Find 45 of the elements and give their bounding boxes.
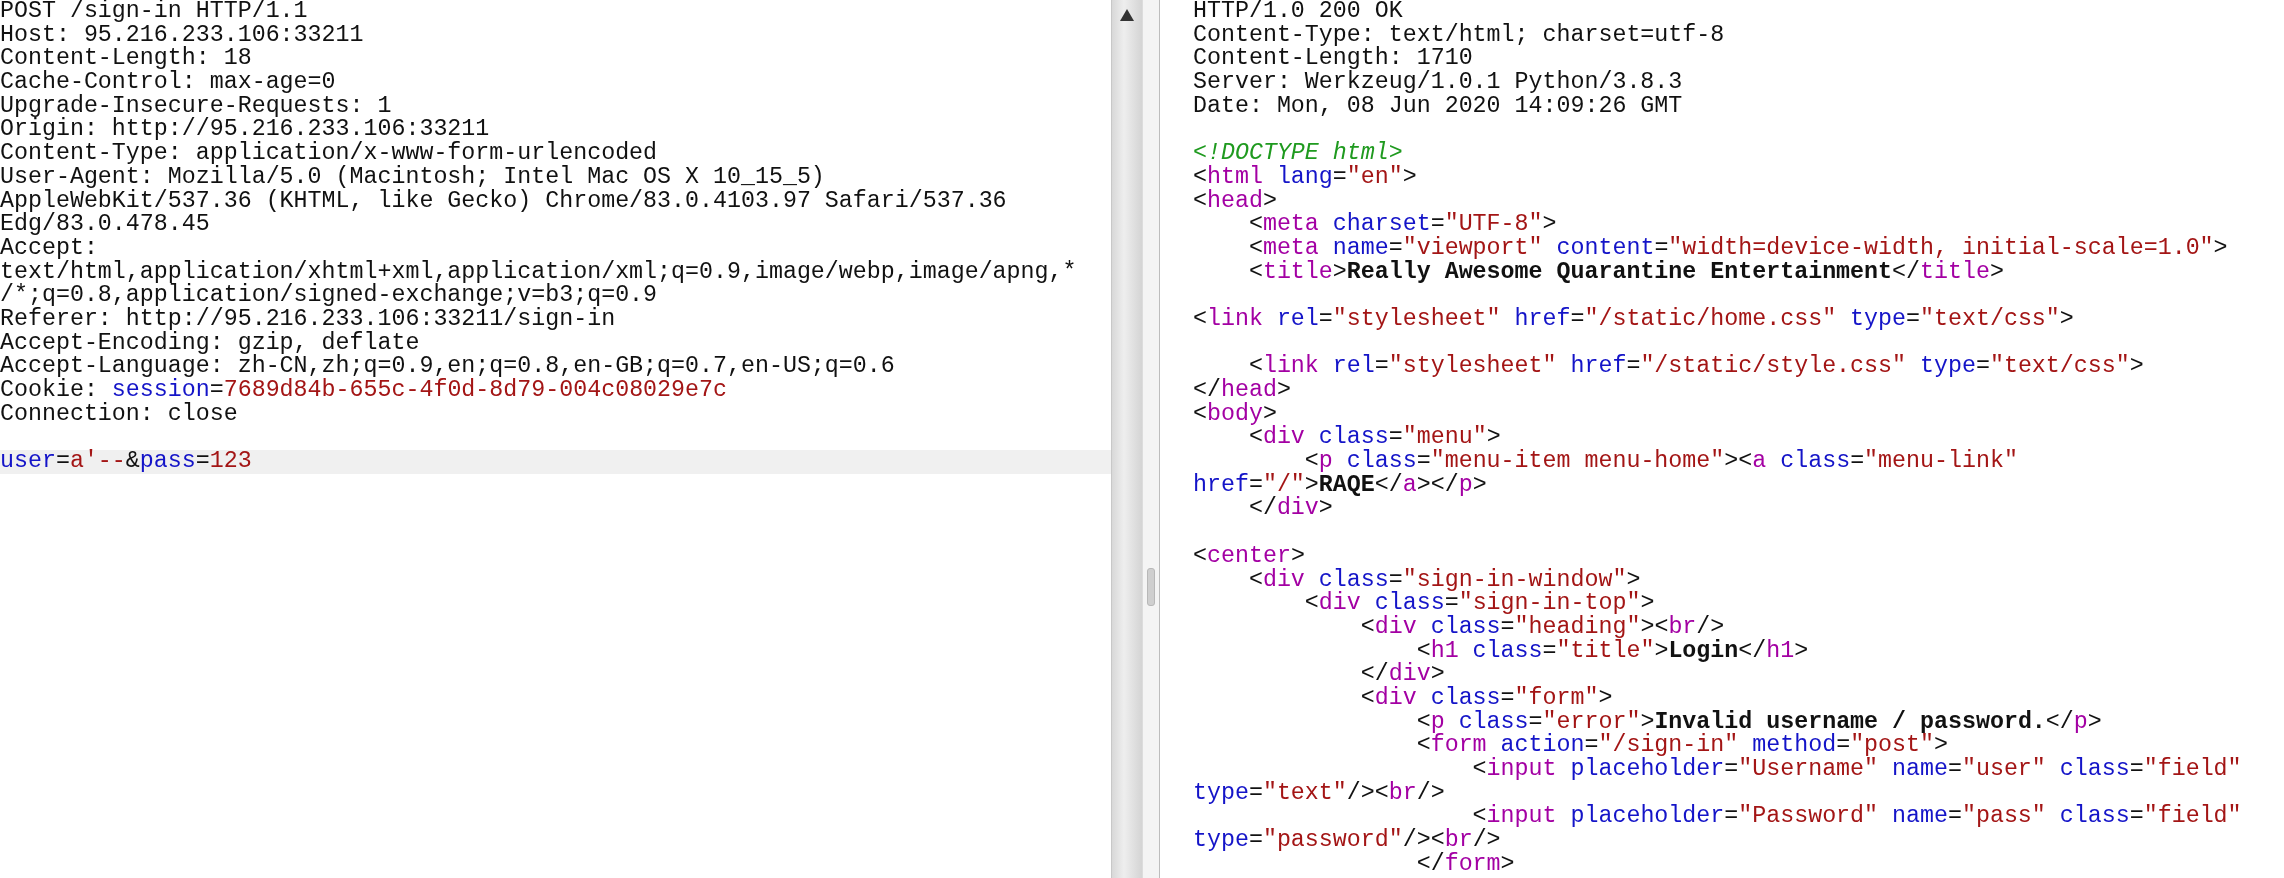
code-line: Edg/83.0.478.45	[0, 213, 210, 237]
code-line: <html lang="en">	[1193, 165, 1418, 190]
code-line: Content-Type: application/x-www-form-urlencoded	[0, 142, 659, 166]
code-line: <title>Really Awesome Quarantine Entertainment</title>	[1247, 260, 2005, 285]
code-line: Cookie: session=7689d84b-655c-4f0d-8d79-004c08029e7c	[0, 379, 727, 403]
code-line: Accept:	[0, 236, 98, 261]
code-line: <center>	[1193, 544, 1306, 569]
code-line: Accept-Language: zh-CN,zh;q=0.9,en;q=0.8,en-GB;q=0.7,en-US;q=0.6	[0, 355, 896, 379]
code-line: <form action="/sign-in" method="post">	[1415, 734, 1948, 758]
code-line: Origin: http://95.216.233.106:33211	[0, 118, 490, 143]
code-line: type="password"/><br/>	[1193, 829, 1501, 853]
code-line: <p class="menu-item menu-home"><a class="menu-link"	[1303, 450, 2019, 474]
code-line: text/html,application/xhtml+xml,application/xml;q=0.9,image/webp,image/apng,*	[0, 260, 1078, 285]
code-line: </div>	[1359, 663, 1445, 687]
code-line: Content-Length: 18	[0, 47, 253, 72]
code-line: Referer: http://95.216.233.106:33211/sign-in	[0, 307, 616, 332]
code-line: Cache-Control: max-age=0	[0, 71, 336, 95]
code-line: Connection: close	[0, 402, 239, 427]
code-line: <meta charset="UTF-8">	[1247, 213, 1558, 237]
code-line: </div>	[1247, 497, 1333, 522]
pane-splitter[interactable]	[1142, 0, 1160, 878]
code-line: </head>	[1193, 379, 1292, 403]
code-line: <div class="form">	[1359, 686, 1613, 711]
code-line: <meta name="viewport" content="width=device-width, initial-scale=1.0">	[1247, 236, 2229, 261]
code-line: HTTP/1.0 200 OK	[1193, 0, 1403, 24]
code-line: <input placeholder="Username" name="user" class="field"	[1471, 758, 2243, 782]
code-line: <div class="sign-in-top">	[1303, 592, 1656, 616]
code-line: POST /sign-in HTTP/1.1	[0, 0, 309, 24]
code-line: User-Agent: Mozilla/5.0 (Macintosh; Intel Mac OS X 10_15_5)	[0, 165, 826, 190]
code-line: Server: Werkzeug/1.0.1 Python/3.8.3	[1193, 71, 1684, 95]
code-line: AppleWebKit/537.36 (KHTML, like Gecko) Chrome/83.0.4103.97 Safari/537.36	[0, 189, 1008, 214]
code-line: /*;q=0.8,application/signed-exchange;v=b3;q=0.9	[0, 284, 658, 308]
scrollbar[interactable]	[1111, 0, 1142, 878]
code-line: Date: Mon, 08 Jun 2020 14:09:26 GMT	[1193, 94, 1684, 119]
code-line: <head>	[1193, 189, 1278, 214]
code-line: type="text"/><br/>	[1193, 781, 1446, 806]
scroll-up-arrow-icon[interactable]	[1119, 8, 1135, 22]
code-line: <div class="heading"><br/>	[1359, 615, 1725, 640]
code-line: <link rel="stylesheet" href="/static/home.css" type="text/css">	[1193, 307, 2075, 332]
code-line: <!DOCTYPE html>	[1193, 142, 1404, 166]
splitter-grip-icon[interactable]	[1147, 568, 1155, 606]
code-line: <link rel="stylesheet" href="/static/style.css" type="text/css">	[1248, 355, 2145, 379]
code-line: Upgrade-Insecure-Requests: 1	[0, 94, 392, 119]
code-line: </form>	[1415, 852, 1516, 877]
code-line: <h1 class="title">Login</h1>	[1416, 639, 1810, 664]
